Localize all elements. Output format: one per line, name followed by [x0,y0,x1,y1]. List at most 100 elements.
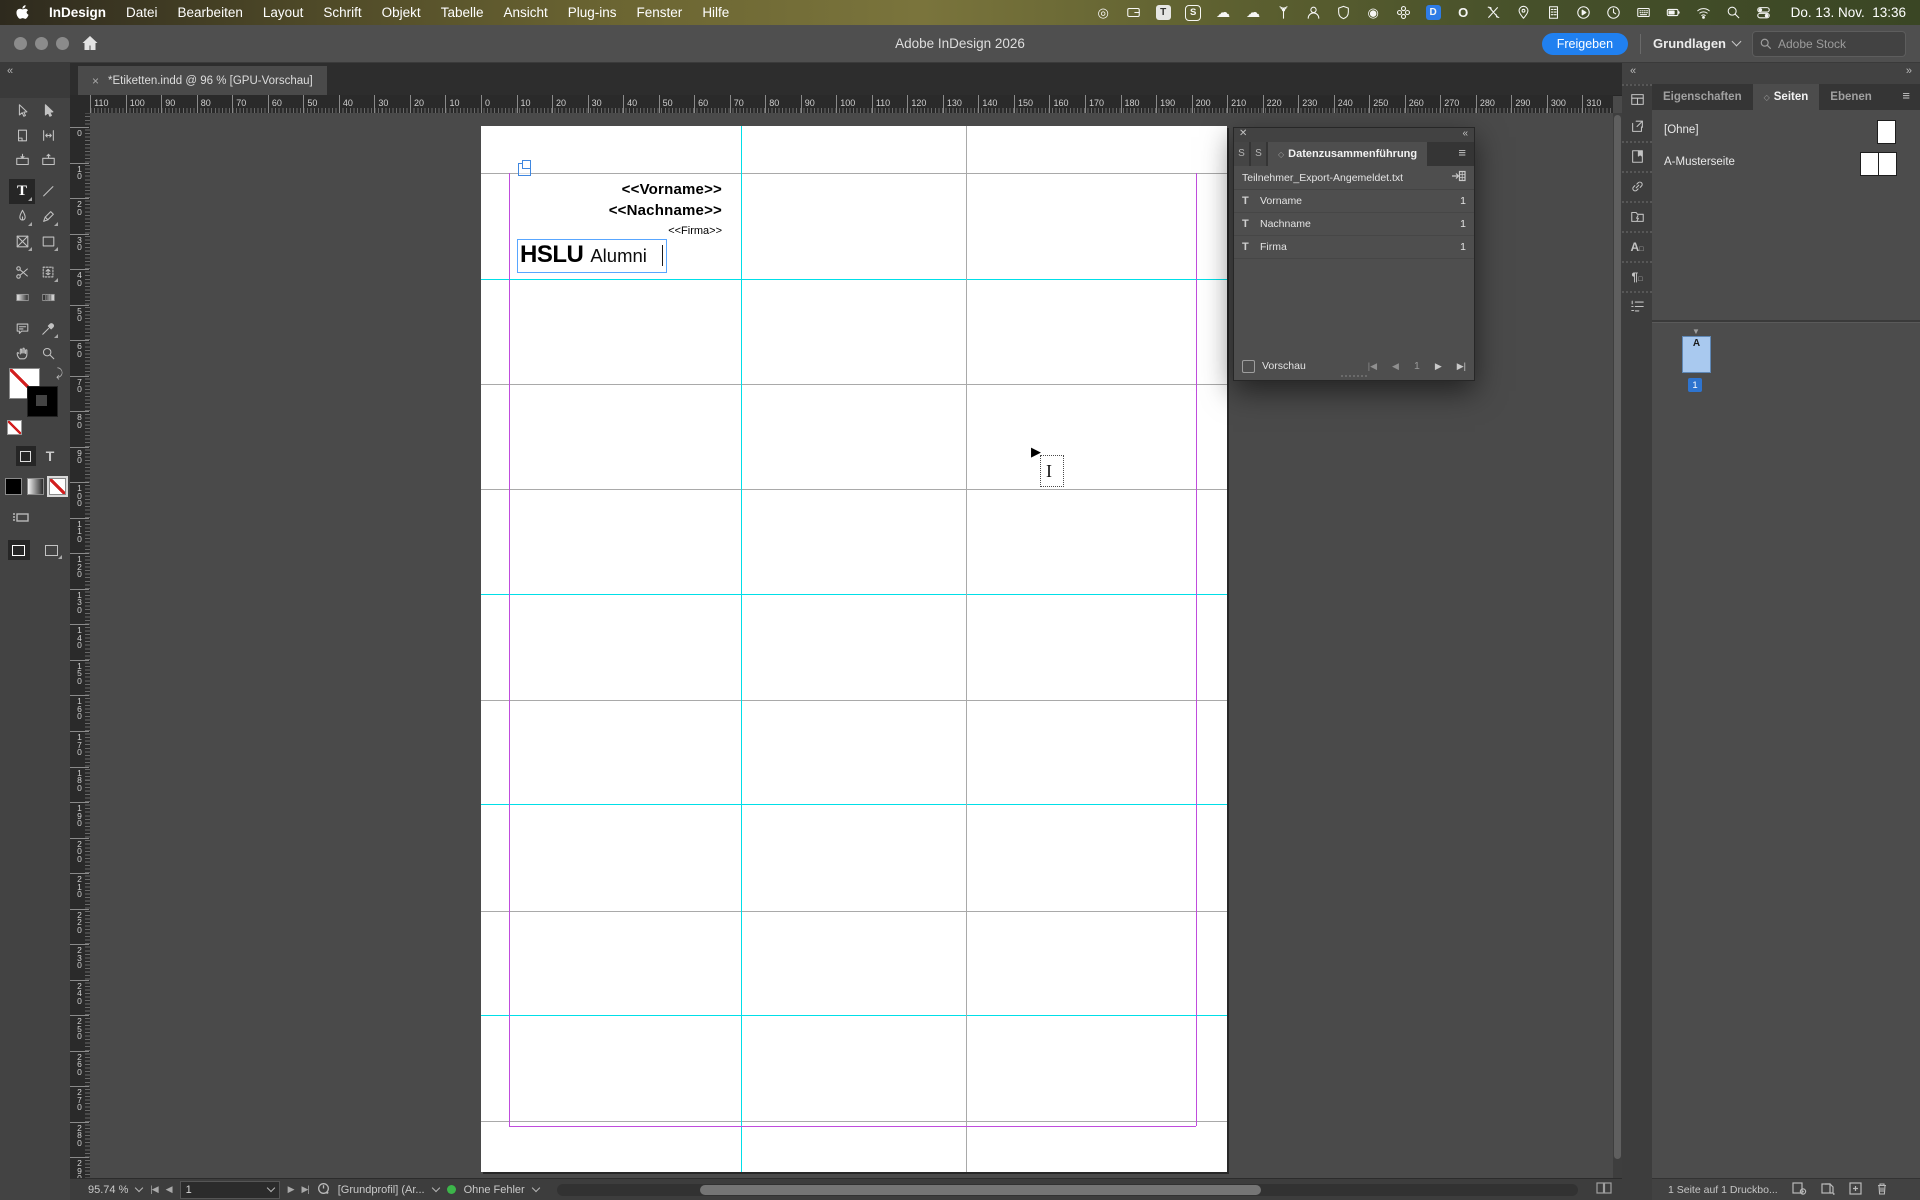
close-tab-icon[interactable]: × [92,74,99,88]
data-source-row[interactable]: Teilnehmer_Export-Angemeldet.txt [1234,166,1474,190]
screen-mode-preview-button[interactable] [41,540,63,560]
previous-record-button[interactable]: ◀ [1392,361,1399,372]
onedrive-icon[interactable]: ☁ [1215,4,1232,21]
apply-color-button[interactable] [4,478,22,495]
type-tool[interactable]: T [9,179,35,204]
wifi-icon[interactable] [1695,4,1712,21]
view-pages-icon[interactable] [1792,1181,1807,1198]
tab-eigenschaften[interactable]: Eigenschaften [1652,84,1753,110]
adobe-stock-search[interactable]: Adobe Stock [1752,30,1906,57]
antenna-icon[interactable] [1275,4,1292,21]
panel-menu-icon[interactable]: ≡ [1892,84,1920,110]
wallet-icon[interactable] [1125,4,1142,21]
app-s-icon[interactable]: S [1185,4,1202,21]
frame-edge-guide[interactable] [481,911,1227,912]
last-record-button[interactable]: ▶| [1457,361,1466,372]
frame-edge-guide[interactable] [481,1121,1227,1122]
update-data-source-icon[interactable] [1451,170,1466,185]
preflight-errors-label[interactable]: Ohne Fehler [464,1184,525,1196]
rectangle-tool[interactable] [35,229,61,254]
placeholder-field[interactable]: <<Vorname>> [609,179,722,200]
formatting-affects-text-button[interactable]: T [46,448,55,464]
page-1-thumbnail[interactable]: A [1682,336,1711,373]
collapse-panel-icon[interactable]: « [1462,128,1468,139]
ruler-guide-horizontal[interactable] [481,804,1227,805]
horizontal-scrollbar-thumb[interactable] [699,1184,1262,1195]
free-transform-tool[interactable] [35,260,61,285]
pages-panel-icon[interactable] [1629,91,1646,108]
tools-icon[interactable] [1485,4,1502,21]
character-styles-icon[interactable]: A□ [1629,238,1646,255]
battery-icon[interactable] [1665,4,1682,21]
gradient-tool[interactable] [9,285,35,310]
marker-icon[interactable] [1515,4,1532,21]
master-page-row[interactable]: [Ohne] [1652,116,1920,146]
merge-field-row[interactable]: T Firma 1 [1234,236,1474,259]
expand-dock-icon[interactable]: » [1906,65,1912,77]
horizontal-ruler[interactable]: 110 100 90 80 70 60 50 40 30 20 10 0 10 20 30 40 50 60 70 8… [90,95,1613,114]
links-icon[interactable] [1629,178,1646,195]
menu-schrift[interactable]: Schrift [313,0,371,25]
direct-selection-tool[interactable] [35,98,61,123]
workspace-switcher[interactable]: Grundlagen [1653,36,1742,51]
apple-menu-icon[interactable] [16,5,29,20]
first-record-button[interactable]: |◀ [1368,361,1377,372]
document-tab[interactable]: × *Etiketten.indd @ 96 % [GPU-Vorschau] [78,66,327,95]
docs-d-icon[interactable]: D [1425,4,1442,21]
menu-fenster[interactable]: Fenster [627,0,693,25]
margin-guide-right[interactable] [1196,173,1197,1126]
errors-dropdown-icon[interactable] [531,1183,540,1193]
bookmarks-icon[interactable] [1629,148,1646,165]
frame-edge-guide[interactable] [481,384,1227,385]
document-page[interactable]: <<Vorname>> <<Nachname>> <<Firma>> HSLU Al… [481,126,1227,1172]
formatting-affects-container-button[interactable] [15,446,36,466]
next-page-button[interactable]: ▶ [288,1184,295,1195]
paragraph-styles-icon[interactable]: ¶□ [1629,268,1646,285]
share-button[interactable]: Freigeben [1541,32,1629,55]
edit-page-size-icon[interactable] [1821,1182,1835,1198]
vertical-scrollbar[interactable] [1613,113,1622,1178]
eyedropper-tool[interactable] [35,316,61,341]
note-tool[interactable] [9,316,35,341]
close-panel-icon[interactable]: ✕ [1239,128,1247,139]
teams-icon[interactable]: T [1155,4,1172,21]
preflight-status-icon[interactable] [317,1182,330,1198]
stroke-color-swatch[interactable] [27,386,58,417]
menu-tabelle[interactable]: Tabelle [431,0,494,25]
panel-resize-grip[interactable] [1341,375,1367,380]
play-circle-icon[interactable] [1575,4,1592,21]
content-placer-tool[interactable] [35,148,61,173]
menu-plugins[interactable]: Plug-ins [558,0,627,25]
screen-mode-normal-button[interactable] [7,540,30,560]
ruler-guide-vertical[interactable] [741,126,742,1172]
vertical-scrollbar-thumb[interactable] [1614,115,1621,1159]
merge-field-placeholders[interactable]: <<Vorname>> <<Nachname>> <<Firma>> [609,179,722,239]
vertical-ruler[interactable]: 0 1 0 2 0 3 0 4 0 5 0 6 0 7 0 8 0 9 0 1 0 0 1 1 0 1 … [70,113,91,1178]
menu-bearbeiten[interactable]: Bearbeiten [168,0,253,25]
preflight-profile[interactable]: [Grundprofil] (Ar... [338,1184,425,1196]
user-icon[interactable] [1305,4,1322,21]
collapse-dock-icon[interactable]: « [1630,65,1636,77]
spread-view-icon[interactable] [1596,1182,1612,1197]
swap-fill-stroke-icon[interactable]: ⤸ [56,366,63,381]
cc-libraries-icon[interactable] [1629,118,1646,135]
cross-references-icon[interactable] [1629,298,1646,315]
shield-icon[interactable] [1335,4,1352,21]
ring-icon[interactable]: O [1455,4,1472,21]
building-icon[interactable] [1545,4,1562,21]
default-fill-stroke-icon[interactable] [7,420,24,437]
pen-tool[interactable] [9,204,35,229]
panel-menu-icon[interactable]: ≡ [1450,142,1474,166]
search-icon[interactable] [1725,4,1742,21]
menu-hilfe[interactable]: Hilfe [692,0,739,25]
first-page-button[interactable]: |◀ [150,1184,158,1195]
tab-ebenen[interactable]: Ebenen [1819,84,1883,110]
previous-page-button[interactable]: ◀ [166,1184,173,1195]
frame-edge-guide-vertical[interactable] [966,126,967,1172]
delete-page-icon[interactable] [1876,1182,1888,1198]
selected-text-frame[interactable]: HSLU Alumni [517,239,667,273]
menu-indesign[interactable]: InDesign [39,0,116,25]
scissors-tool[interactable] [9,260,35,285]
apply-none-button[interactable] [46,476,68,497]
menu-layout[interactable]: Layout [253,0,314,25]
